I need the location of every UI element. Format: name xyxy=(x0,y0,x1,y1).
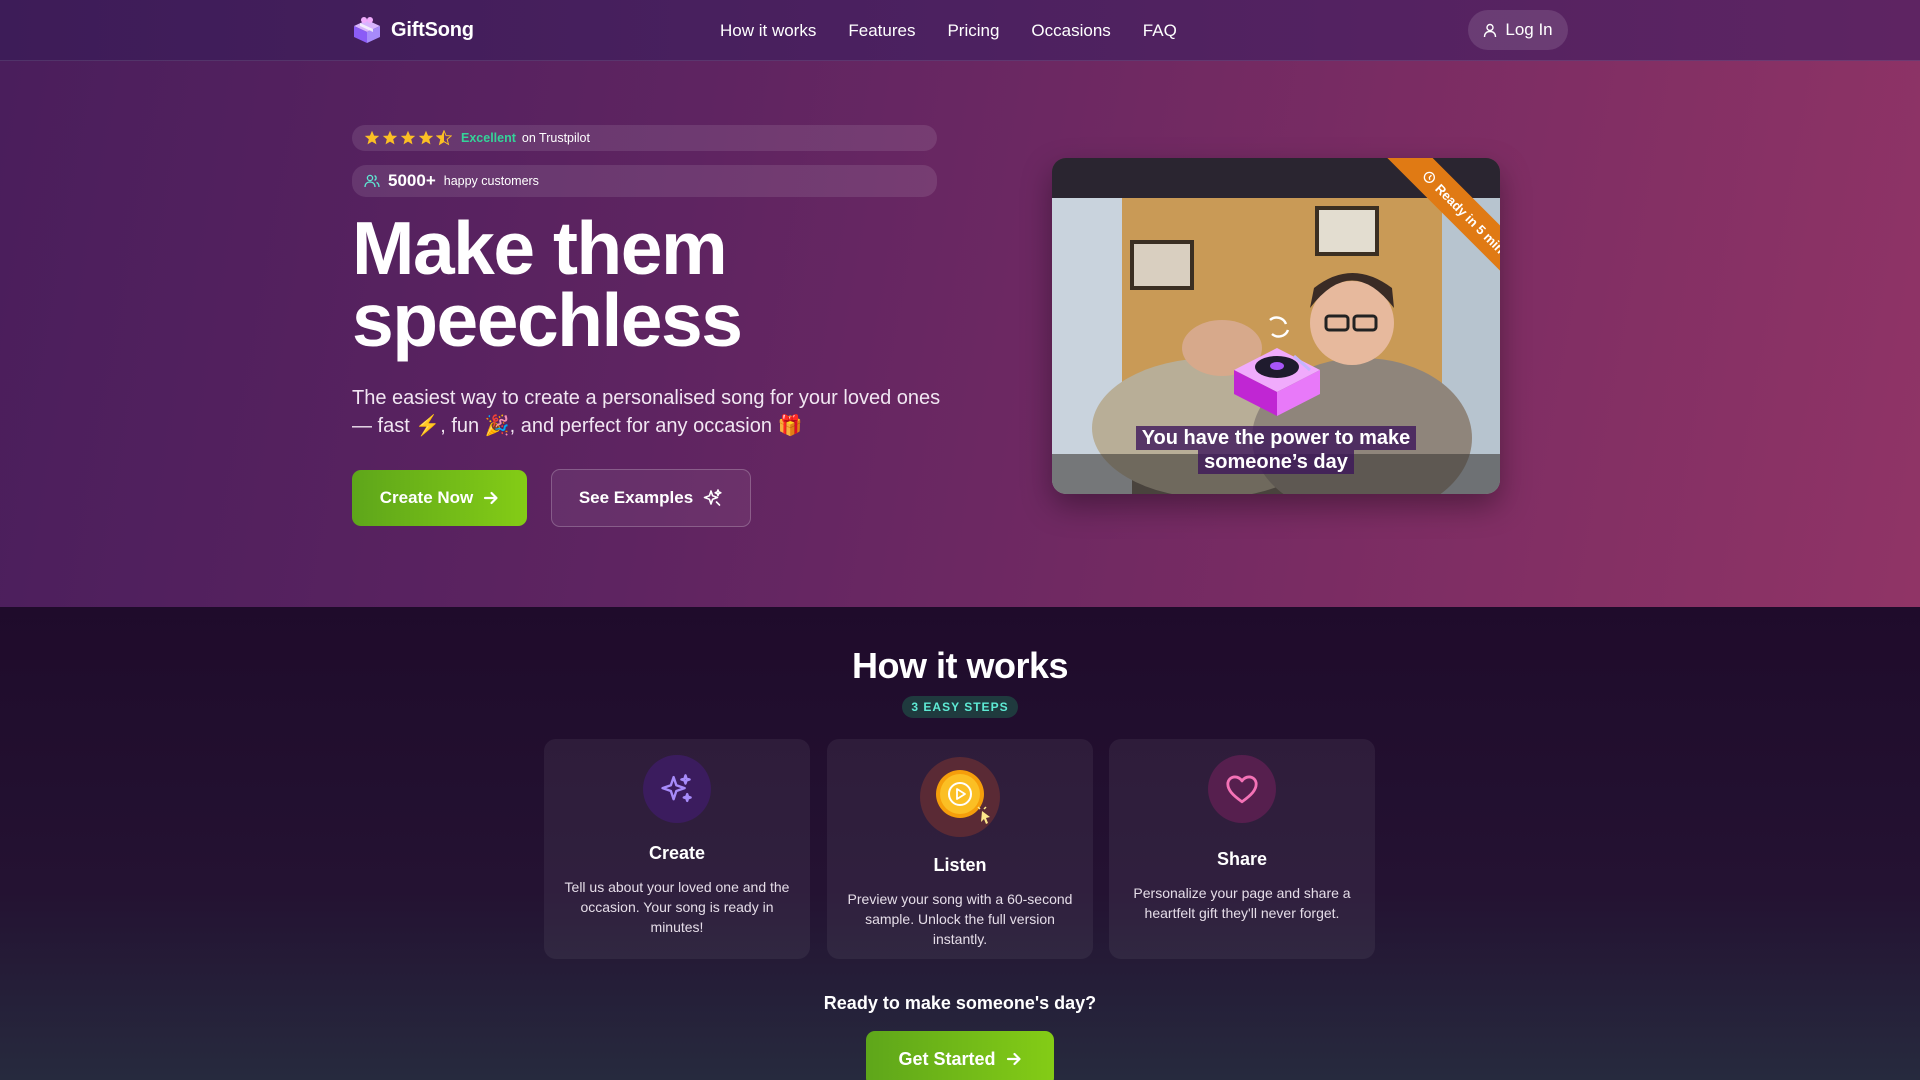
step-description: Preview your song with a 60-second sampl… xyxy=(847,891,1073,947)
nav-link-faq[interactable]: FAQ xyxy=(1143,21,1177,41)
users-icon xyxy=(364,174,380,188)
create-now-label: Create Now xyxy=(379,488,474,507)
hero-section: Excellent on Trustpilot 5000+ happy cust… xyxy=(0,61,1920,607)
see-examples-button[interactable]: See Examples xyxy=(551,469,751,527)
star-icon xyxy=(382,130,398,145)
how-it-works-section: How it works 3 EASY STEPS Create Tell us… xyxy=(0,607,1920,1080)
get-started-button[interactable]: Get Started xyxy=(866,1031,1054,1080)
top-navbar: GiftSong How it works Features Pricing O… xyxy=(0,0,1920,61)
play-disc-icon xyxy=(936,770,990,824)
ribbon-text: Ready in 5 min xyxy=(1432,180,1500,257)
nav-link-features[interactable]: Features xyxy=(848,21,915,41)
main-menu: How it works Features Pricing Occasions … xyxy=(720,0,1209,61)
step-card-create: Create Tell us about your loved one and … xyxy=(544,739,810,959)
step-description: Personalize your page and share a heartf… xyxy=(1133,885,1351,921)
see-examples-label: See Examples xyxy=(578,488,694,507)
nav-link-how-it-works[interactable]: How it works xyxy=(720,21,816,41)
step-title: Create xyxy=(648,843,706,863)
rating-stars xyxy=(364,130,452,146)
star-icon xyxy=(364,130,380,145)
login-button[interactable]: Log In xyxy=(1468,10,1568,50)
step-icon-circle xyxy=(643,755,711,823)
section-title: How it works xyxy=(851,645,1069,686)
customers-count: 5000+ xyxy=(388,171,436,190)
video-caption-line-1: You have the power to make xyxy=(1135,426,1417,450)
customers-label: happy customers xyxy=(443,174,539,188)
brand-name: GiftSong xyxy=(391,18,474,41)
arrow-right-icon xyxy=(1006,1052,1021,1066)
step-icon-circle xyxy=(920,757,1000,837)
step-card-listen: Listen Preview your song with a 60-secon… xyxy=(827,739,1093,959)
video-caption-line-2: someone’s day xyxy=(1198,450,1354,474)
step-title: Share xyxy=(1216,849,1268,869)
hero-video-player[interactable]: Ready in 5 min You have the power to mak… xyxy=(1052,158,1500,494)
gift-box-logo-icon xyxy=(354,17,380,43)
steps-badge: 3 EASY STEPS xyxy=(902,696,1018,718)
video-caption: You have the power to make someone’s day xyxy=(1052,426,1500,474)
trustpilot-rating-pill[interactable]: Excellent on Trustpilot xyxy=(352,125,937,151)
cta-text: Ready to make someone's day? xyxy=(823,993,1097,1013)
star-icon xyxy=(418,130,434,145)
get-started-label: Get Started xyxy=(898,1048,996,1069)
login-label: Log In xyxy=(1505,20,1553,39)
hero-headline: Make them speechless xyxy=(352,206,743,362)
ready-time-ribbon: Ready in 5 min xyxy=(1360,158,1500,298)
arrow-right-icon xyxy=(484,491,498,505)
rating-label: Excellent xyxy=(461,131,516,145)
step-icon-circle xyxy=(1208,755,1276,823)
rating-source: on Trustpilot xyxy=(521,131,590,145)
hero-subheadline: The easiest way to create a personalised… xyxy=(352,387,941,437)
nav-link-pricing[interactable]: Pricing xyxy=(947,21,999,41)
step-description: Tell us about your loved one and the occ… xyxy=(564,879,790,935)
user-icon xyxy=(1484,23,1497,37)
heart-icon xyxy=(1226,775,1258,804)
half-star-icon xyxy=(436,130,452,146)
brand-logo[interactable]: GiftSong xyxy=(352,16,474,44)
sparkles-icon xyxy=(661,774,692,803)
star-icon xyxy=(400,130,416,145)
create-now-button[interactable]: Create Now xyxy=(352,470,527,526)
nav-link-occasions[interactable]: Occasions xyxy=(1031,21,1110,41)
step-card-share: Share Personalize your page and share a … xyxy=(1109,739,1375,959)
clock-icon xyxy=(1423,171,1436,184)
sparkles-icon xyxy=(703,489,722,506)
step-title: Listen xyxy=(933,855,987,875)
customers-pill: 5000+ happy customers xyxy=(352,165,937,197)
